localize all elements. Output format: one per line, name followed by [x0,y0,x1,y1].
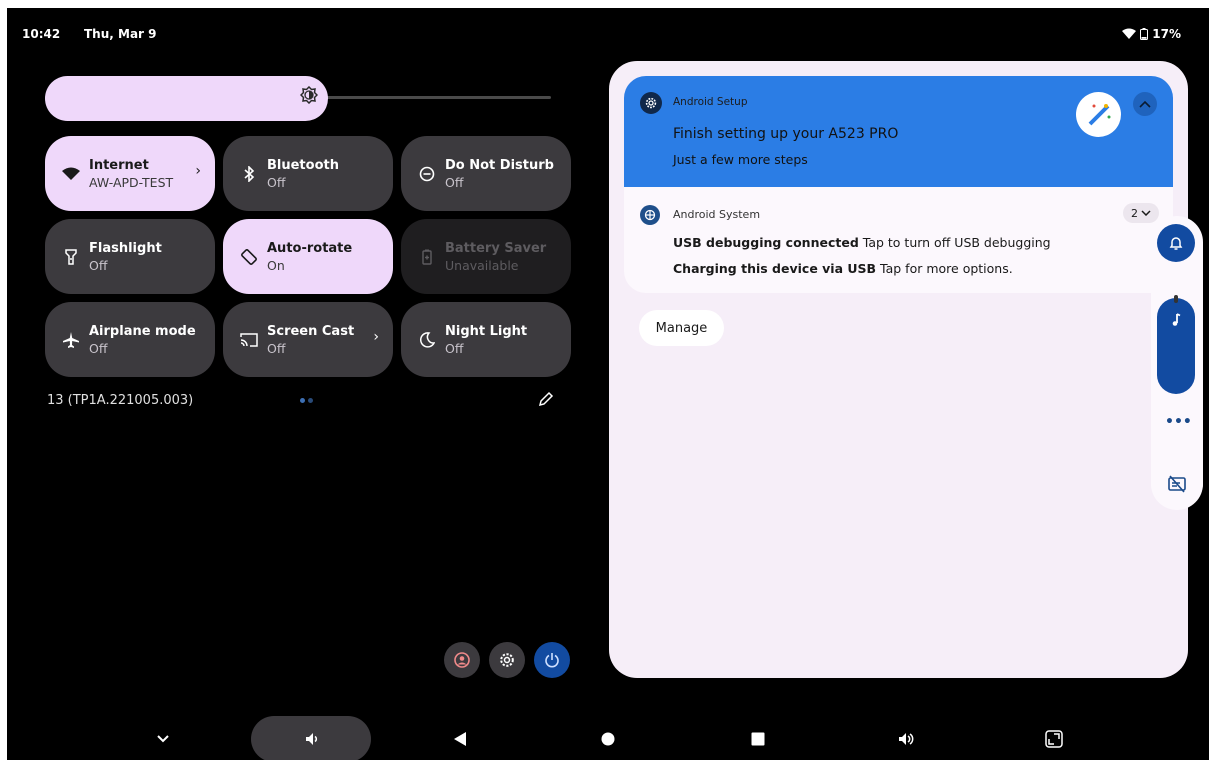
tile-internet[interactable]: Internet AW-APD-TEST › [45,136,215,211]
brightness-icon [297,85,321,110]
page-indicator [300,398,313,403]
wifi-status-icon [1122,28,1137,39]
tile-subtitle: Off [267,340,286,356]
volume-more-button[interactable]: ••• [1165,414,1192,430]
tile-title: Night Light [445,323,528,339]
tile-subtitle: Unavailable [445,257,519,273]
notification-text: Just a few more steps [673,152,808,167]
notification-line-title: Charging this device via USB [673,261,877,276]
flashlight-icon [61,247,81,267]
home-button[interactable] [598,725,618,753]
captions-off-icon [1168,475,1186,493]
chevron-right-icon: › [373,329,379,345]
bluetooth-icon [239,164,259,184]
tile-flashlight[interactable]: Flashlight Off [45,219,215,294]
dnd-icon [417,164,437,184]
tile-subtitle: Off [445,174,464,190]
battery-status-icon [1140,28,1149,40]
notification-android-system[interactable]: Android System 2 USB debugging connected… [624,187,1173,293]
power-button[interactable] [534,642,570,678]
volume-slider-handle[interactable] [1174,295,1178,303]
android-system-icon [640,205,660,225]
brightness-slider[interactable] [45,76,328,121]
back-triangle-icon [454,732,466,746]
recents-square-icon [751,732,765,746]
battery-saver-icon [417,247,437,267]
tile-subtitle: On [267,257,285,273]
user-switch-button[interactable] [444,642,480,678]
tile-title: Do Not Disturb [445,157,554,173]
rotate-icon [239,247,259,267]
tile-title: Internet [89,157,149,173]
live-caption-button[interactable] [1151,458,1203,510]
tile-battery-saver: Battery Saver Unavailable [401,219,571,294]
page-dot [308,398,313,403]
volume-down-icon [306,733,318,745]
collapse-nav-button[interactable] [155,725,171,753]
edit-pencil-icon[interactable] [538,391,556,409]
collapse-chevron-icon[interactable] [1133,92,1157,116]
page-dot-active [300,398,305,403]
tile-subtitle: Off [445,340,464,356]
tile-subtitle: AW-APD-TEST [89,174,174,190]
volume-down-button[interactable] [302,725,322,753]
tile-subtitle: Off [89,257,108,273]
cast-icon [239,330,259,350]
tile-airplane-mode[interactable]: Airplane mode Off [45,302,215,377]
tile-auto-rotate[interactable]: Auto-rotate On [223,219,393,294]
tile-do-not-disturb[interactable]: Do Not Disturb Off [401,136,571,211]
tile-subtitle: Off [89,340,108,356]
gear-icon [500,653,514,667]
tile-title: Auto-rotate [267,240,353,256]
airplane-icon [61,330,81,350]
notification-panel: Android Setup Finish setting up your A52… [609,61,1188,678]
notification-title: Finish setting up your A523 PRO [673,126,899,142]
notification-app-name: Android System [673,208,761,221]
tile-subtitle: Off [267,174,286,190]
tile-title: Airplane mode [89,323,196,339]
recents-button[interactable] [748,725,768,753]
battery-percent: 17% [1152,27,1181,41]
tile-title: Bluetooth [267,157,339,173]
power-icon [545,653,559,668]
status-date: Thu, Mar 9 [84,27,157,41]
music-note-icon [1168,312,1184,328]
status-time: 10:42 [22,27,61,41]
notification-usb-debugging[interactable]: USB debugging connected Tap to turn off … [673,235,1051,250]
notification-android-setup[interactable]: Android Setup Finish setting up your A52… [624,76,1173,187]
volume-up-button[interactable] [895,725,917,753]
chevron-down-icon [157,735,169,743]
build-number[interactable]: 13 (TP1A.221005.003) [47,393,193,408]
tile-title: Screen Cast [267,323,355,339]
bell-icon [1169,237,1183,250]
volume-up-icon [899,733,914,745]
chevron-down-icon [1141,210,1151,216]
tile-screen-cast[interactable]: Screen Cast Off › [223,302,393,377]
settings-button[interactable] [489,642,525,678]
moon-icon [417,330,437,350]
manage-button[interactable]: Manage [639,310,724,346]
ringer-mode-button[interactable] [1157,224,1195,262]
notification-line-text: Tap to turn off USB debugging [862,235,1051,250]
notification-count: 2 [1131,206,1138,220]
setup-wand-icon [1076,92,1121,137]
notification-usb-charging[interactable]: Charging this device via USB Tap for mor… [673,261,1013,276]
tile-title: Flashlight [89,240,162,256]
screenshot-icon [1045,730,1063,748]
notification-line-text: Tap for more options. [880,261,1013,276]
screenshot-button[interactable] [1043,725,1065,753]
notification-count-badge[interactable]: 2 [1123,203,1159,223]
tile-bluetooth[interactable]: Bluetooth Off [223,136,393,211]
tile-night-light[interactable]: Night Light Off [401,302,571,377]
status-icons: 17% [1122,27,1181,41]
chevron-right-icon: › [195,163,201,179]
user-icon [454,652,470,668]
wifi-icon [61,164,81,184]
notification-line-title: USB debugging connected [673,235,859,250]
notification-app-name: Android Setup [673,96,748,108]
tile-title: Battery Saver [445,240,547,256]
settings-app-icon [640,92,662,114]
home-circle-icon [601,732,615,746]
back-button[interactable] [450,725,470,753]
